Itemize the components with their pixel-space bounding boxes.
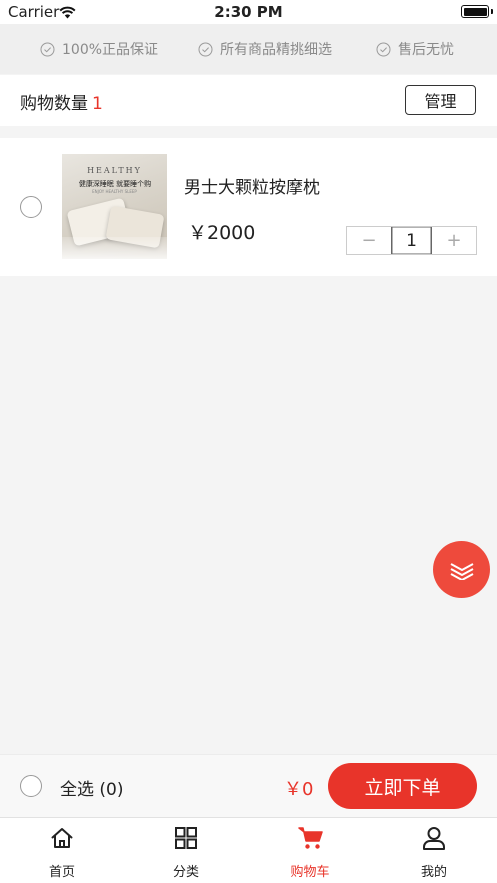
cart-icon	[298, 827, 323, 849]
product-price: ￥2000	[188, 222, 256, 244]
cart-count-value: 1	[92, 94, 103, 114]
cart-count-title: 购物数量 1	[20, 89, 103, 114]
product-image-slogan: 健康深睡眠 就要睡个购	[78, 180, 152, 188]
grid-icon	[175, 827, 197, 849]
quantity-value[interactable]: 1	[391, 227, 432, 254]
product-image[interactable]: HEALTHY 健康深睡眠 就要睡个购 ENJOY HEALTHY SLEEP	[62, 154, 167, 259]
guarantee-label: 所有商品精挑细选	[220, 42, 332, 58]
battery-icon	[461, 5, 493, 18]
guarantee-bar: 100%正品保证 所有商品精挑细选 售后无忧	[0, 24, 497, 74]
total-price: ￥0	[284, 779, 314, 800]
guarantee-item: 100%正品保证	[40, 40, 158, 58]
guarantee-item: 售后无忧	[376, 40, 454, 58]
cart-header: 购物数量 1 管理	[0, 75, 497, 126]
checkout-bar: 全选 (0) ￥0 立即下单	[0, 754, 497, 817]
cart-item: HEALTHY 健康深睡眠 就要睡个购 ENJOY HEALTHY SLEEP …	[0, 138, 497, 276]
tab-home[interactable]: 首页	[0, 818, 124, 883]
home-icon	[51, 828, 73, 848]
guarantee-label: 100%正品保证	[62, 42, 159, 58]
product-name[interactable]: 男士大颗粒按摩枕	[184, 173, 320, 198]
guarantee-item: 所有商品精挑细选	[198, 40, 332, 58]
check-circle-icon	[376, 42, 391, 56]
tab-cart[interactable]: 购物车	[248, 818, 372, 883]
increment-button[interactable]: +	[432, 227, 476, 254]
product-image-brand: HEALTHY	[87, 166, 142, 175]
tab-bar: 首页 分类 购物车 我的	[0, 817, 497, 883]
decrement-button[interactable]: −	[347, 227, 391, 254]
tab-label: 购物车	[290, 865, 330, 880]
user-icon	[423, 827, 445, 850]
milk-splash	[62, 237, 167, 259]
select-all-checkbox[interactable]	[20, 775, 42, 797]
manage-button[interactable]: 管理	[405, 85, 476, 115]
place-order-button[interactable]: 立即下单	[328, 763, 477, 809]
tab-label: 首页	[48, 865, 75, 880]
status-bar: Carrier 2:30 PM	[0, 0, 497, 24]
check-circle-icon	[198, 42, 213, 56]
tab-label: 分类	[172, 865, 199, 880]
product-image-subtext: ENJOY HEALTHY SLEEP	[92, 189, 137, 194]
clock-label: 2:30 PM	[214, 3, 283, 21]
select-all-label[interactable]: 全选 (0)	[60, 775, 123, 800]
check-circle-icon	[40, 42, 55, 56]
quantity-stepper: − 1 +	[346, 226, 477, 255]
floating-menu-button[interactable]	[433, 541, 490, 598]
tab-category[interactable]: 分类	[124, 818, 248, 883]
quantity-text: 1	[406, 230, 417, 251]
tab-label: 我的	[420, 865, 447, 880]
layers-icon	[450, 562, 473, 580]
cart-count-label: 购物数量	[20, 94, 88, 114]
item-select-checkbox[interactable]	[20, 196, 42, 218]
guarantee-label: 售后无忧	[398, 42, 454, 58]
tab-profile[interactable]: 我的	[372, 818, 496, 883]
